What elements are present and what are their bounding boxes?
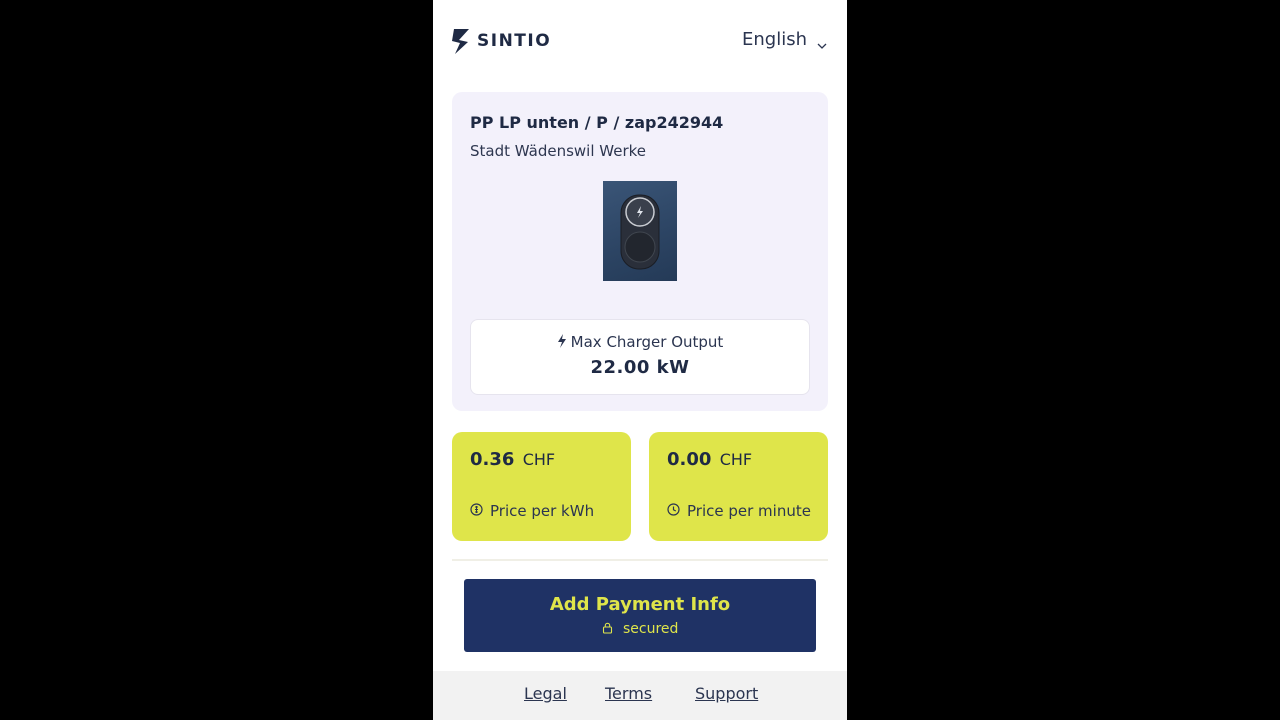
divider xyxy=(452,559,828,561)
station-operator: Stadt Wädenswil Werke xyxy=(470,142,647,160)
price-label-row-kwh: Price per kWh xyxy=(470,502,594,520)
price-label-minute: Price per minute xyxy=(687,502,811,520)
max-output-label: Max Charger Output xyxy=(570,333,724,351)
price-card-kwh: 0.36 CHF Price per kWh xyxy=(452,432,631,541)
max-output-box: Max Charger Output 22.00 kW xyxy=(470,319,810,395)
secured-note: secured xyxy=(464,621,816,637)
bolt-icon xyxy=(557,334,567,352)
language-label: English xyxy=(742,29,807,50)
price-amount-minute: 0.00 CHF xyxy=(667,449,752,470)
coin-icon xyxy=(470,502,490,520)
price-label-kwh: Price per kWh xyxy=(490,502,595,520)
footer-link-legal[interactable]: Legal xyxy=(524,684,567,703)
footer: Legal Terms Support xyxy=(433,671,847,720)
max-output-label-row: Max Charger Output xyxy=(471,333,809,352)
chevron-down-icon xyxy=(817,35,827,49)
price-value-kwh: 0.36 xyxy=(470,449,515,470)
mobile-page: SINTIO English PP LP unten / P / zap2429… xyxy=(433,0,847,720)
price-currency-minute: CHF xyxy=(719,450,753,469)
price-currency-kwh: CHF xyxy=(522,450,556,469)
footer-link-support[interactable]: Support xyxy=(695,684,758,703)
brand-name: SINTIO xyxy=(477,31,552,51)
max-output-value: 22.00 kW xyxy=(590,357,690,378)
add-payment-info-label: Add Payment Info xyxy=(549,594,731,615)
add-payment-info-button[interactable]: Add Payment Info secured xyxy=(464,579,816,652)
price-amount-kwh: 0.36 CHF xyxy=(470,449,555,470)
clock-icon xyxy=(667,502,687,520)
header: SINTIO English xyxy=(433,0,847,80)
brand-logo[interactable]: SINTIO xyxy=(451,27,551,55)
price-value-minute: 0.00 xyxy=(667,449,712,470)
charger-image xyxy=(603,181,677,281)
lock-icon xyxy=(602,621,623,637)
footer-link-terms[interactable]: Terms xyxy=(605,684,652,703)
sintio-logo-icon xyxy=(451,27,471,55)
price-label-row-minute: Price per minute xyxy=(667,502,811,520)
secured-label: secured xyxy=(623,621,679,637)
price-card-minute: 0.00 CHF Price per minute xyxy=(649,432,828,541)
station-card: PP LP unten / P / zap242944 Stadt Wädens… xyxy=(452,92,828,411)
station-title: PP LP unten / P / zap242944 xyxy=(470,113,724,132)
language-selector[interactable]: English xyxy=(742,29,827,50)
